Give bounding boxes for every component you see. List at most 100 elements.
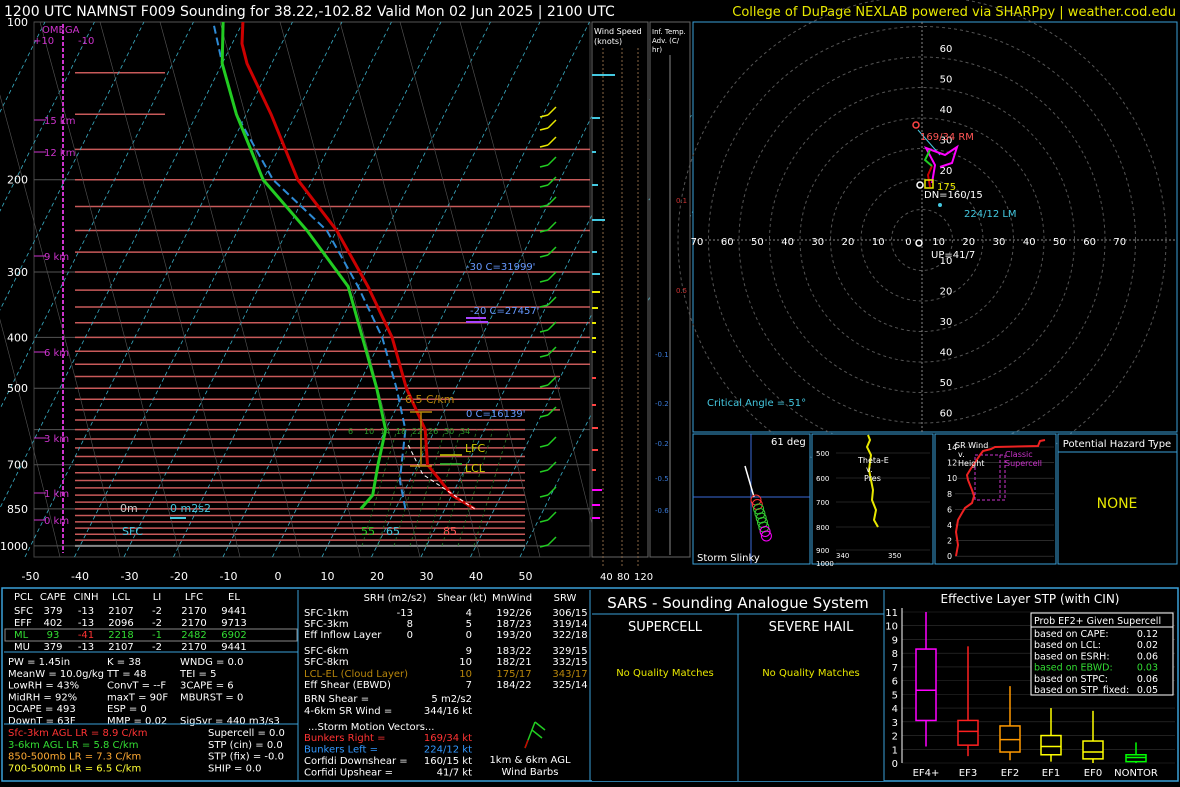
hodograph-lm-label: 224/12 LM: [964, 209, 1017, 220]
kin-srh: -13: [397, 608, 413, 619]
index-value: ConvT = --F: [107, 681, 166, 692]
parcel-cell: EFF: [14, 618, 32, 629]
stp-legend-label: based on CAPE:: [1034, 629, 1109, 640]
stp-y-tick: 6: [892, 677, 898, 688]
theta-y-tick: 500: [816, 450, 829, 458]
svg-text:Adv. (C/: Adv. (C/: [652, 37, 680, 45]
temperature-tick: 50: [519, 570, 533, 583]
storm-motion-label: Corfidi Downshear =: [304, 756, 408, 767]
storm-motion-label: Corfidi Upshear =: [304, 768, 393, 779]
kin-header: SRW: [554, 593, 577, 604]
stp-legend-label: based on ESRH:: [1034, 651, 1110, 662]
bunkers-left-marker: [938, 203, 942, 207]
svg-text:Classic: Classic: [1005, 450, 1033, 459]
mixing-label: 34: [460, 427, 470, 436]
temp-adv-value: -0.6: [655, 507, 669, 515]
kin-shear: 5: [466, 619, 472, 630]
stp-legend-value: 0.12: [1137, 629, 1158, 640]
parcel-cell: 379: [43, 642, 62, 653]
index-value: K = 38: [107, 657, 141, 668]
hodograph-x-label: 30: [811, 237, 824, 248]
sr-y-tick: 12: [947, 459, 957, 468]
temperature-tick: -30: [121, 570, 139, 583]
hodograph-y-label: 60: [940, 44, 953, 55]
parcel-cell: -13: [78, 618, 94, 629]
kin-mnwind: 187/23: [496, 619, 531, 630]
stp-legend-value: 0.02: [1137, 640, 1158, 651]
parcel-cell: ML: [14, 630, 29, 641]
parcel-cell: -13: [78, 642, 94, 653]
index-value: maxT = 90F: [107, 692, 168, 703]
kin-row-label: SFC-6km: [304, 646, 349, 657]
index-value: MeanW = 10.0g/kg: [8, 669, 104, 680]
svg-text:Inf. Temp.: Inf. Temp.: [652, 28, 686, 36]
kin-mnwind: 192/26: [496, 608, 531, 619]
height-label: 15 km: [44, 116, 75, 127]
parcel-cell: -2: [152, 618, 162, 629]
stp-legend-value: 0.06: [1137, 651, 1158, 662]
composite-param: STP (cin) = 0.0: [208, 740, 283, 751]
helicity-zero-m: 0m: [120, 502, 138, 515]
temperature-tick: 30: [420, 570, 434, 583]
surface-temperature-label: 85: [443, 525, 457, 538]
parcel-header: CINH: [74, 592, 99, 603]
kin-mnwind: 175/17: [496, 669, 531, 680]
hodograph-x-label: 10: [932, 237, 945, 248]
index-value: ESP = 0: [107, 704, 147, 715]
sr-wind-title-1: SR Wind: [955, 441, 988, 450]
theta-y-tick: 600: [816, 475, 829, 483]
svg-text:Pres: Pres: [864, 474, 881, 483]
mixing-label: 26: [428, 427, 438, 436]
stp-legend-rows: based on CAPE: 0.12 based on LCL: 0.02 based…: [1034, 629, 1158, 696]
stp-category-label: EF4+: [913, 768, 940, 779]
parcel-cell: 2170: [181, 642, 206, 653]
kin-srw: 332/15: [552, 657, 587, 668]
stp-category-label: EF1: [1042, 768, 1060, 779]
skewt-temperature-labels: -50 -40 -30 -20 -10 0 10 20 30 40 50: [22, 570, 533, 583]
parcel-header: CAPE: [40, 592, 66, 603]
hodograph-x-label: 50: [1053, 237, 1066, 248]
parcel-cell: -41: [78, 630, 94, 641]
parcel-cell: 9441: [221, 606, 246, 617]
index-value: PW = 1.45in: [8, 657, 70, 668]
kin-shear: 9: [466, 646, 472, 657]
kin-srw: 319/14: [552, 619, 587, 630]
hodograph-y-label: 50: [940, 378, 953, 389]
kin-srw: 329/15: [552, 646, 587, 657]
height-label: 0 km: [44, 516, 69, 527]
stp-legend-title: Prob EF2+ Given Supercell: [1034, 616, 1161, 627]
kin-row-label: SFC-8km: [304, 657, 349, 668]
lapse-rate: 700-500mb LR = 6.5 C/km: [8, 763, 141, 774]
svg-text:v.: v.: [866, 465, 873, 474]
stp-category-label: EF0: [1084, 768, 1102, 779]
stp-box: [915, 648, 937, 722]
stp-y-tick: 9: [892, 635, 898, 646]
kin-shear: 10: [459, 657, 472, 668]
hodograph-meanwind-label: 175: [937, 182, 956, 193]
omega-label: OMEGA: [42, 25, 80, 36]
stp-legend-value: 0.03: [1137, 663, 1158, 674]
kin-mnwind: 184/22: [496, 680, 531, 691]
index-value: DownT = 63F: [8, 716, 76, 727]
kin-mnwind: 182/21: [496, 657, 531, 668]
parcel-cell: 2107: [108, 642, 133, 653]
sr-wind-panel: [934, 433, 1057, 565]
temperature-tick: -10: [220, 570, 238, 583]
parcel-cell: SFC: [14, 606, 33, 617]
brn-shear-label: BRN Shear =: [304, 694, 369, 705]
parcel-cell: 93: [47, 630, 60, 641]
wind-tick-40: 40: [600, 572, 613, 583]
mixing-label: 14: [380, 427, 390, 436]
hodograph-y-label: 20: [940, 166, 953, 177]
composite-param: STP (fix) = -0.0: [208, 752, 284, 763]
stp-legend-value: 0.06: [1137, 674, 1158, 685]
brn-shear-value: 5 m2/s2: [431, 694, 472, 705]
storm-motion-value: 160/15 kt: [424, 756, 472, 767]
stp-y-tick: 8: [892, 649, 898, 660]
pressure-tick: 200: [7, 174, 28, 187]
kin-shear: 0: [466, 630, 472, 641]
wind-tick-120: 120: [634, 572, 653, 583]
index-value: LowRH = 43%: [8, 681, 79, 692]
theta-y-tick: 900: [816, 547, 829, 555]
lapse-rate: 850-500mb LR = 7.3 C/km: [8, 752, 141, 763]
